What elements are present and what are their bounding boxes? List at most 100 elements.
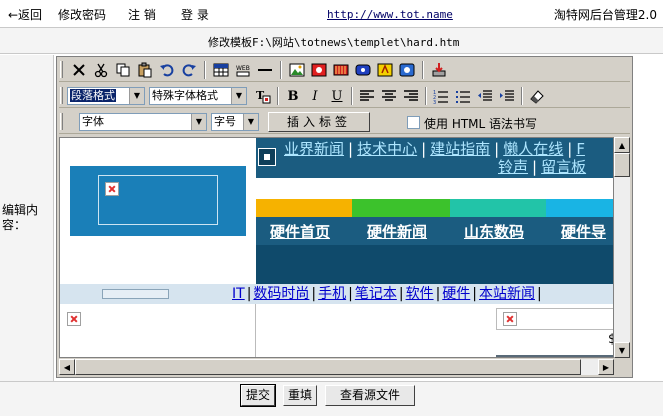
preview-link[interactable]: 建站指南 [430, 140, 490, 158]
color-strip-segment [256, 199, 352, 217]
html-syntax-label: 使用 HTML 语法书写 [424, 117, 538, 131]
redo-icon[interactable] [179, 60, 199, 80]
indent-icon[interactable] [497, 86, 517, 106]
svg-text:3: 3 [433, 100, 436, 104]
preview-tab[interactable]: 山东数码 [464, 221, 524, 242]
back-link[interactable]: ←返回 [8, 6, 42, 23]
preview-top-nav: 业界新闻 | 技术中心 | 建站指南 | 懒人在线 | F 铃声 | 留言板 [256, 138, 613, 178]
underline-icon[interactable]: U [327, 86, 347, 106]
toolbar-separator [280, 61, 282, 79]
preview-link[interactable]: 铃声 [498, 158, 528, 176]
scroll-down-icon[interactable]: ▼ [614, 342, 630, 358]
editor-content-area[interactable]: 业界新闻 | 技术中心 | 建站指南 | 懒人在线 | F 铃声 | 留言板 硬件首页 硬件新闻 山… [59, 137, 614, 358]
delete-icon[interactable] [69, 60, 89, 80]
preview-category-links: IT | 数码时尚 | 手机 | 笔记本 | 软件 | 硬件 | 本站新闻 | [232, 286, 542, 302]
broken-image-icon [503, 312, 517, 326]
change-password-link[interactable]: 修改密码 [58, 6, 106, 23]
bold-icon[interactable]: B [283, 86, 303, 106]
chevron-down-icon: ▼ [231, 88, 246, 104]
logout-link[interactable]: 注 销 [128, 6, 156, 23]
action-bar: 提交 重填 查看源文件 [0, 381, 663, 416]
vertical-scroll-thumb[interactable] [614, 153, 630, 177]
html-editor: WEB 段落格式 ▼ 特殊字体格式 ▼ T B I U 1 2 3 字体 ▼ 字… [56, 56, 633, 378]
brand-title: 淘特网后台管理2.0 [553, 8, 657, 22]
align-center-icon[interactable] [379, 86, 399, 106]
toolbar-row-3: 字体 ▼ 字号 ▼ 插入标签 使用 HTML 语法书写 [59, 110, 630, 134]
preview-tab[interactable]: 硬件新闻 [367, 221, 427, 242]
preview-top-links: 业界新闻 | 技术中心 | 建站指南 | 懒人在线 | F [284, 140, 585, 158]
html-syntax-checkbox[interactable] [407, 116, 420, 129]
font-family-select[interactable]: 字体 ▼ [79, 113, 207, 131]
square-bullet-icon [258, 148, 276, 166]
submit-button[interactable]: 提交 [240, 384, 276, 407]
horizontal-scroll-thumb[interactable] [75, 359, 581, 375]
preview-link[interactable]: 手机 [318, 286, 346, 302]
logo-area [70, 166, 246, 236]
view-source-button[interactable]: 查看源文件 [325, 385, 415, 406]
horizontal-rule-icon[interactable] [255, 60, 275, 80]
toolbar-grip [60, 113, 63, 130]
preview-right-frame [496, 308, 613, 330]
scroll-up-icon[interactable]: ▲ [614, 137, 630, 153]
italic-icon[interactable]: I [305, 86, 325, 106]
insert-realplay-icon[interactable] [353, 60, 373, 80]
preview-tab[interactable]: 硬件首页 [270, 221, 330, 242]
preview-link[interactable]: 笔记本 [355, 286, 397, 302]
outdent-icon[interactable] [475, 86, 495, 106]
insert-marquee-icon[interactable] [397, 60, 417, 80]
save-icon[interactable] [429, 60, 449, 80]
vertical-scrollbar[interactable]: ▲ ▼ [614, 137, 630, 358]
preview-link[interactable]: 懒人在线 [503, 140, 563, 158]
preview-link[interactable]: 业界新闻 [284, 140, 344, 158]
preview-link[interactable]: 留言板 [541, 158, 586, 176]
broken-image-icon [105, 182, 119, 196]
logo-frame [98, 175, 218, 225]
ordered-list-icon[interactable]: 123 [431, 86, 451, 106]
site-url-link[interactable]: http://www.tot.name [327, 8, 453, 21]
align-left-icon[interactable] [357, 86, 377, 106]
insert-special-char-icon[interactable] [375, 60, 395, 80]
preview-dark-block [256, 245, 613, 285]
reset-button[interactable]: 重填 [283, 385, 317, 406]
toolbar-grip [60, 61, 63, 78]
preview-gray-bar [496, 355, 613, 357]
label-column: 编辑内容： [0, 55, 54, 381]
toolbar-grip [60, 87, 63, 104]
chevron-down-icon: ▼ [129, 88, 144, 104]
preview-link[interactable]: 数码时尚 [253, 286, 309, 302]
preview-link[interactable]: 软件 [406, 286, 434, 302]
paragraph-format-select[interactable]: 段落格式 ▼ [67, 87, 145, 105]
font-size-select[interactable]: 字号 ▼ [211, 113, 259, 131]
unordered-list-icon[interactable] [453, 86, 473, 106]
scroll-left-icon[interactable]: ◀ [59, 359, 75, 375]
login-link[interactable]: 登 录 [181, 6, 209, 23]
text-color-icon[interactable]: T [253, 86, 273, 106]
special-font-select[interactable]: 特殊字体格式 ▼ [149, 87, 247, 105]
insert-image-icon[interactable] [287, 60, 307, 80]
scroll-right-icon[interactable]: ▶ [598, 359, 614, 375]
undo-icon[interactable] [157, 60, 177, 80]
preview-link[interactable]: F [576, 140, 585, 158]
preview-top-links-2: 铃声 | 留言板 [498, 158, 587, 176]
svg-text:WEB: WEB [236, 65, 250, 72]
copy-icon[interactable] [113, 60, 133, 80]
template-path: 修改模板F:\网站\totnews\templet\hard.htm [208, 36, 460, 49]
preview-link[interactable]: IT [232, 286, 245, 302]
table-icon[interactable] [211, 60, 231, 80]
preview-link[interactable]: 本站新闻 [479, 286, 535, 302]
color-strip-segment [450, 199, 546, 217]
paste-icon[interactable] [135, 60, 155, 80]
align-right-icon[interactable] [401, 86, 421, 106]
insert-tag-button[interactable]: 插入标签 [268, 112, 370, 132]
chevron-down-icon: ▼ [191, 114, 206, 130]
web-component-icon[interactable]: WEB [233, 60, 253, 80]
preview-link[interactable]: 硬件 [442, 286, 470, 302]
horizontal-scrollbar[interactable]: ◀ ▶ [59, 359, 614, 375]
insert-flash-icon[interactable] [309, 60, 329, 80]
preview-tab[interactable]: 硬件导 [561, 221, 606, 242]
scrollbar-corner [614, 359, 630, 375]
eraser-icon[interactable] [527, 86, 547, 106]
preview-link[interactable]: 技术中心 [357, 140, 417, 158]
insert-media-icon[interactable] [331, 60, 351, 80]
cut-icon[interactable] [91, 60, 111, 80]
